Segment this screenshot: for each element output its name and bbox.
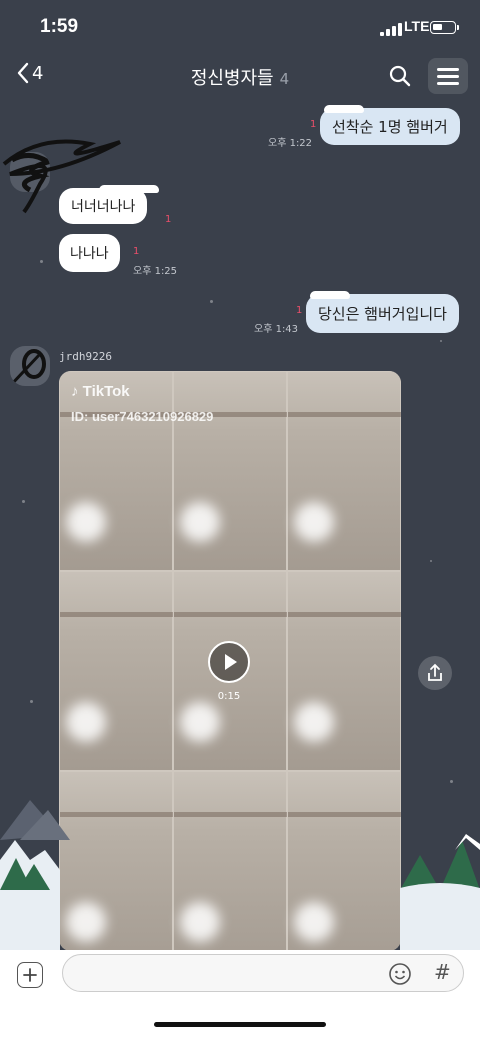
message-time: 오후 1:25 [133, 266, 178, 277]
my-message-bubble[interactable]: 당신은 햄버거입니다 [306, 291, 459, 333]
tiktok-watermark: ♪ TikTok [71, 383, 130, 400]
video-duration: 0:15 [217, 691, 241, 702]
message-text: 선착순 1명 햄버거 [332, 118, 448, 136]
tiktok-user-id: ID: user7463210926829 [71, 409, 214, 424]
avatar[interactable] [10, 346, 50, 386]
home-indicator [154, 1022, 326, 1027]
message-time: 오후 1:43 [254, 324, 299, 335]
unread-count: 1 [165, 214, 172, 225]
emoji-button[interactable] [388, 962, 412, 990]
bubble-snow-decor [310, 291, 350, 299]
snow-particle [30, 700, 33, 703]
snow-particle [40, 260, 43, 263]
unread-count: 1 [296, 305, 303, 316]
signal-icon [380, 22, 404, 36]
search-icon [389, 65, 411, 87]
message-text: 너너너나나 [71, 199, 136, 215]
network-label: LTE [404, 18, 430, 34]
emoji-icon [389, 963, 411, 985]
video-frame [287, 571, 401, 771]
tiktok-brand: TikTok [82, 383, 130, 400]
video-frame [287, 371, 401, 571]
hash-icon: # [434, 960, 451, 984]
battery-icon [430, 21, 459, 34]
video-frame [59, 571, 174, 771]
video-frame [59, 371, 174, 571]
play-icon [225, 654, 237, 670]
winter-scene-decor [0, 800, 480, 950]
hash-button[interactable]: # [434, 960, 451, 984]
plus-icon [22, 967, 37, 982]
snow-particle [440, 340, 442, 342]
chat-header: 4 정신병자들 4 [0, 58, 480, 98]
chat-title-text: 정신병자들 [190, 68, 274, 89]
snow-particle [22, 500, 25, 503]
share-icon [428, 663, 442, 681]
my-message-bubble[interactable]: 선착순 1명 햄버거 [320, 105, 460, 145]
unread-count: 1 [133, 246, 140, 257]
status-bar: 1:59 LTE [0, 0, 480, 58]
search-button[interactable] [388, 64, 412, 92]
message-text: 당신은 햄버거입니다 [318, 305, 447, 323]
video-frame [173, 371, 288, 571]
unread-count: 1 [310, 119, 317, 130]
attach-button[interactable] [17, 962, 43, 988]
other-message-bubble[interactable]: 너너너나나 [59, 185, 159, 224]
bubble-snow-decor [324, 105, 364, 113]
snow-particle [430, 560, 432, 562]
member-count: 4 [279, 70, 290, 88]
bubble-snow-decor [99, 185, 159, 193]
other-message-bubble[interactable]: 나나나 [59, 234, 120, 272]
status-time: 1:59 [40, 16, 79, 37]
message-input-bar: # [0, 950, 480, 1038]
share-button[interactable] [418, 656, 452, 690]
message-text: 나나나 [70, 246, 109, 262]
menu-button[interactable] [428, 58, 468, 94]
message-time: 오후 1:22 [268, 138, 313, 149]
play-button[interactable] [208, 641, 250, 683]
sender-name: jrdh9226 [59, 350, 112, 363]
snow-particle [210, 300, 213, 303]
